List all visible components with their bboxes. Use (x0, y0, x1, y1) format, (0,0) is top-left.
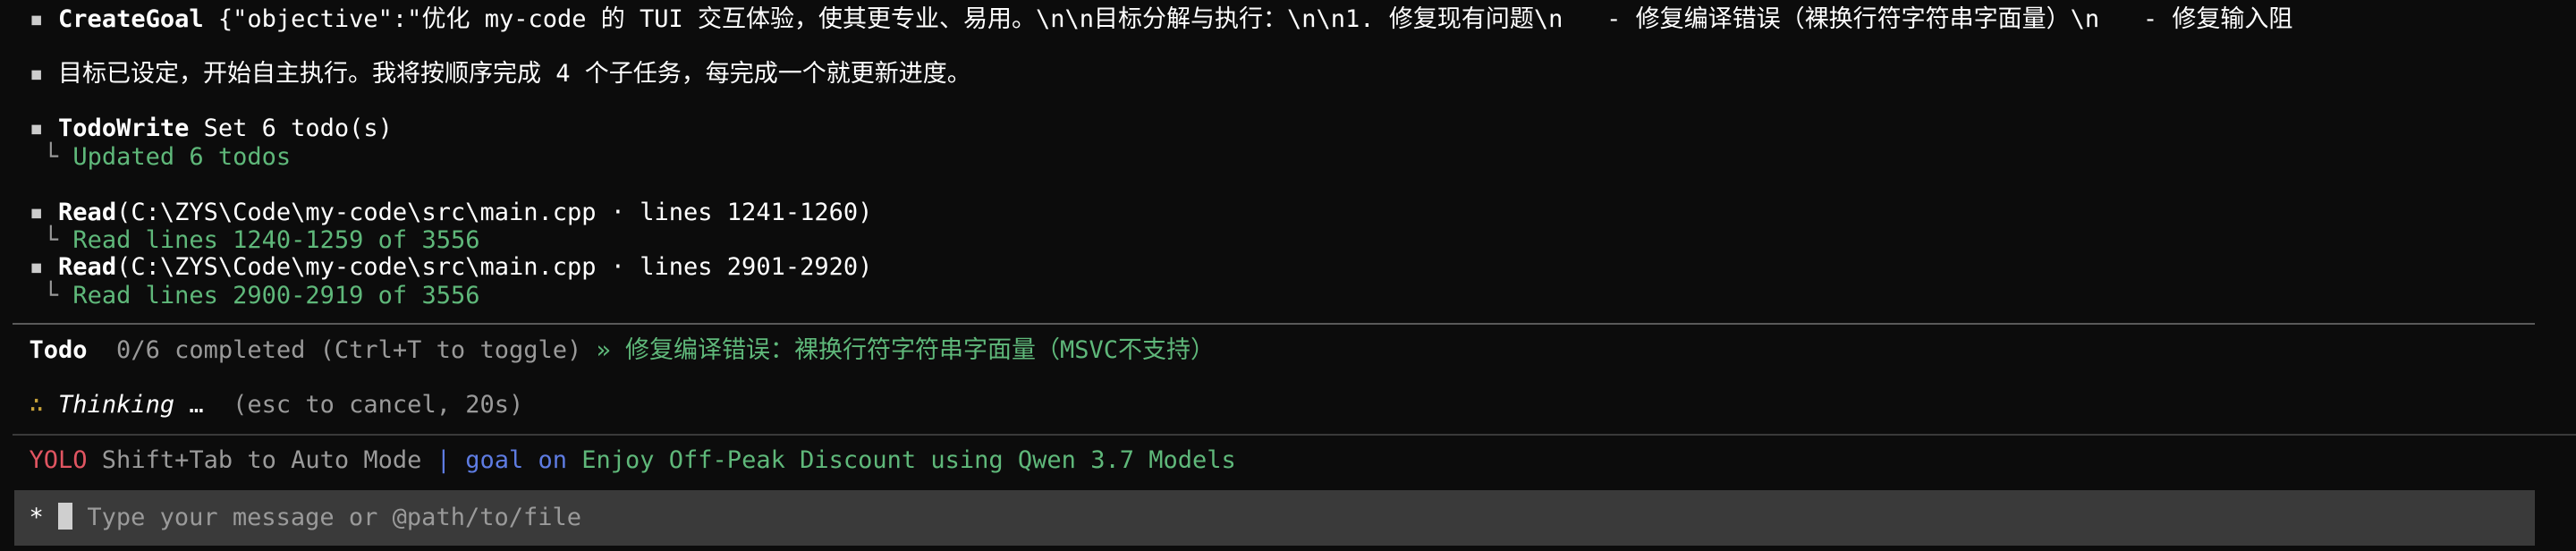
status-bar: YOLO Shift+Tab to Auto Mode | goal on En… (0, 445, 2576, 477)
bullet-icon: ▪ (29, 114, 44, 142)
goal-status: goal on (450, 446, 567, 474)
thinking-label: Thinking (58, 391, 175, 419)
tool-name: Read (58, 253, 117, 281)
tool-name: Read (58, 199, 117, 226)
thinking-indicator: ∴ Thinking … (esc to cancel, 20s) (0, 389, 2576, 421)
tool-args: (C:\ZYS\Code\my-code\src\main.cpp · line… (116, 199, 873, 226)
tree-branch-icon: └ (43, 226, 59, 254)
cursor-icon (58, 502, 73, 530)
bullet-icon: ▪ (29, 253, 44, 281)
message-todowrite: ▪ TodoWrite Set 6 todo(s) (0, 113, 2576, 145)
tree-branch-icon: └ (43, 143, 59, 171)
todo-divider (13, 323, 2535, 325)
bullet-icon: ▪ (29, 199, 44, 226)
tool-name: TodoWrite (58, 114, 190, 142)
bullet-icon: ▪ (29, 60, 44, 88)
thinking-dots: … (174, 391, 204, 419)
tree-branch-icon: └ (43, 282, 59, 309)
tool-result-text: Updated 6 todos (72, 143, 292, 171)
message-input[interactable]: * Type your message or @path/to/file (0, 502, 2576, 534)
prompt-icon: * (29, 504, 44, 531)
status-separator: | (436, 446, 451, 474)
thinking-hint: (esc to cancel, 20s) (203, 391, 524, 419)
input-placeholder: Type your message or @path/to/file (87, 504, 581, 531)
status-divider (13, 434, 2576, 436)
bullet-icon: ▪ (29, 5, 44, 33)
tool-args: (C:\ZYS\Code\my-code\src\main.cpp · line… (116, 253, 873, 281)
todo-panel[interactable]: Todo 0/6 completed (Ctrl+T to toggle) » … (0, 335, 2576, 367)
assistant-text: 目标已设定，开始自主执行。我将按顺序完成 4 个子任务，每完成一个就更新进度。 (58, 60, 971, 88)
mode-badge[interactable]: YOLO (30, 446, 88, 474)
message-text: ▪ 目标已设定，开始自主执行。我将按顺序完成 4 个子任务，每完成一个就更新进度… (0, 58, 2576, 90)
tool-name: CreateGoal (58, 5, 204, 33)
spinner-icon: ∴ (29, 391, 44, 419)
mode-hint: Shift+Tab to Auto Mode (87, 446, 436, 474)
tool-result: └ Read lines 2900-2919 of 3556 (0, 280, 2576, 312)
tool-result: └ Updated 6 todos (0, 141, 2576, 174)
message-read: ▪ Read(C:\ZYS\Code\my-code\src\main.cpp … (0, 251, 2576, 284)
message-create-goal: ▪ CreateGoal {"objective":"优化 my-code 的 … (0, 4, 2576, 36)
todo-label: Todo (29, 336, 88, 364)
tool-result-text: Read lines 2900-2919 of 3556 (72, 282, 480, 309)
tool-args: Set 6 todo(s) (189, 114, 393, 142)
todo-current: » 修复编译错误：裸换行符字符串字面量（MSVC不支持） (596, 336, 1216, 364)
tool-args: {"objective":"优化 my-code 的 TUI 交互体验，使其更专… (203, 5, 2293, 33)
promo-text: Enjoy Off-Peak Discount using Qwen 3.7 M… (567, 446, 1236, 474)
tool-result-text: Read lines 1240-1259 of 3556 (72, 226, 480, 254)
todo-status: 0/6 completed (Ctrl+T to toggle) (87, 336, 597, 364)
